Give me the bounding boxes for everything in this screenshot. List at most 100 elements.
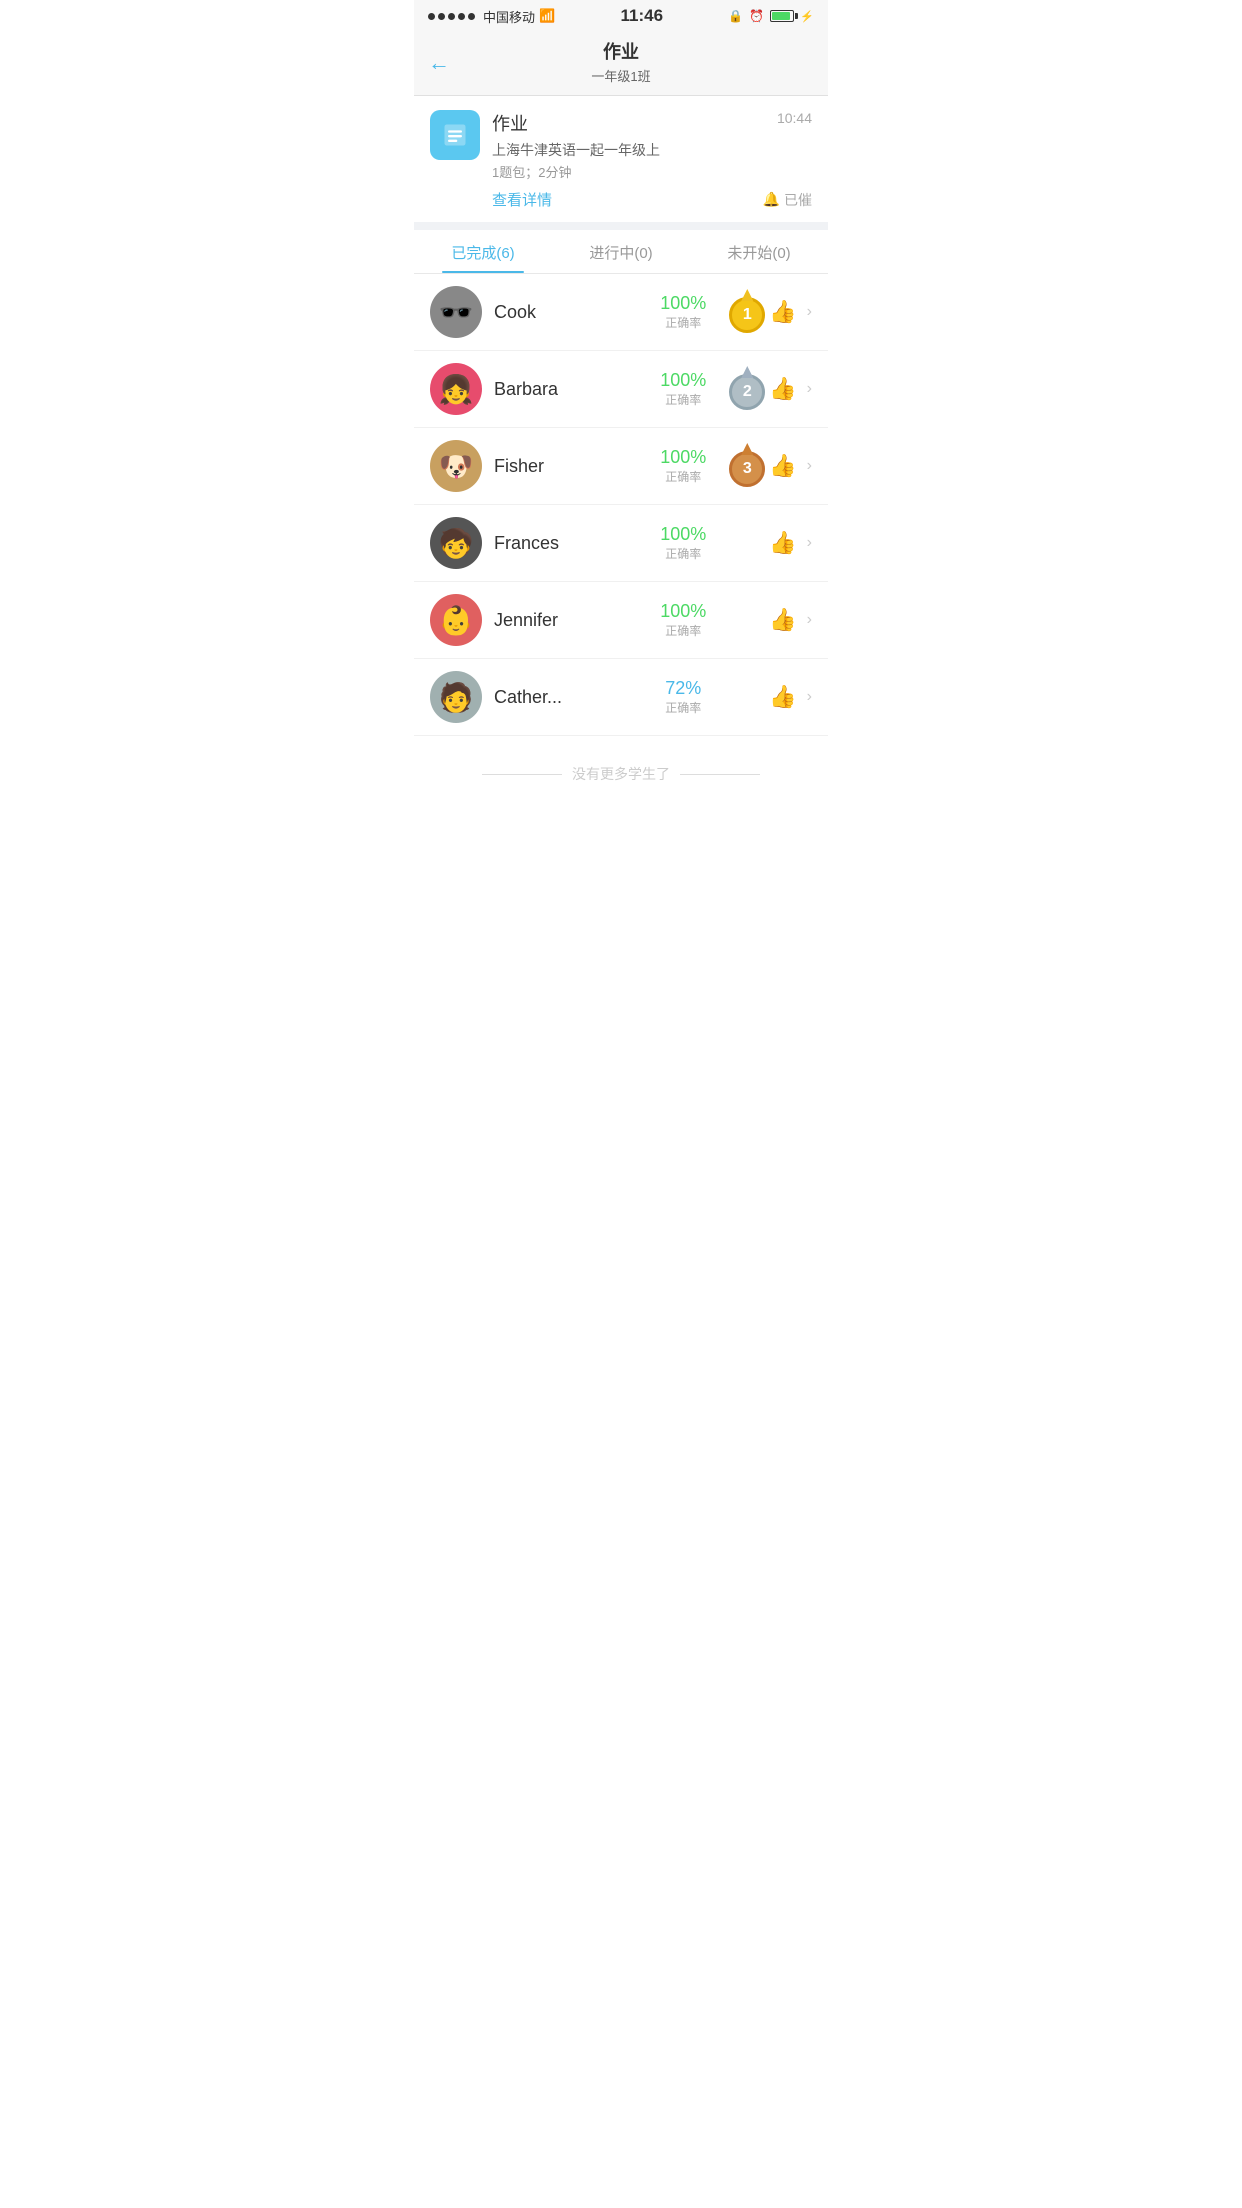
student-name-cook: Cook xyxy=(494,302,657,323)
signal-dots xyxy=(428,13,475,20)
score-label-jennifer: 正确率 xyxy=(665,622,701,639)
student-row-barbara[interactable]: 👧 Barbara 100% 正确率 2 👍 › xyxy=(414,351,828,428)
score-percent-cather: 72% xyxy=(665,678,701,699)
chevron-jennifer: › xyxy=(807,611,812,629)
status-time: 11:46 xyxy=(621,6,664,26)
nav-header: ← 作业 一年级1班 xyxy=(414,30,828,96)
avatar-cather: 🧑 xyxy=(430,671,482,723)
row-actions-cather: 👍 › xyxy=(769,684,812,710)
student-name-fisher: Fisher xyxy=(494,456,657,477)
medal-silver-icon: 2 xyxy=(728,366,766,412)
student-name-jennifer: Jennifer xyxy=(494,610,657,631)
medal-bronze-icon: 3 xyxy=(728,443,766,489)
page-subtitle: 一年级1班 xyxy=(414,66,828,85)
score-percent-frances: 100% xyxy=(660,524,706,545)
medal-barbara: 2 xyxy=(725,366,769,412)
doc-icon xyxy=(441,121,469,149)
assignment-meta: 1题包；2分钟 xyxy=(492,162,812,181)
score-percent-fisher: 100% xyxy=(660,447,706,468)
thumbs-up-cather[interactable]: 👍 xyxy=(769,684,796,710)
bell-icon: 🔔 xyxy=(763,191,780,208)
end-text: 没有更多学生了 xyxy=(572,764,670,784)
chevron-frances: › xyxy=(807,534,812,552)
student-list: 🕶️ Cook 100% 正确率 1 👍 › 👧 Barbara 100% 正确… xyxy=(414,274,828,736)
student-row-cook[interactable]: 🕶️ Cook 100% 正确率 1 👍 › xyxy=(414,274,828,351)
medal-cook: 1 xyxy=(725,289,769,335)
tabs-container: 已完成(6) 进行中(0) 未开始(0) xyxy=(414,230,828,274)
tab-completed[interactable]: 已完成(6) xyxy=(414,230,552,273)
student-row-frances[interactable]: 🧒 Frances 100% 正确率 👍 › xyxy=(414,505,828,582)
score-label-frances: 正确率 xyxy=(665,545,701,562)
student-score-jennifer: 100% 正确率 xyxy=(657,601,709,639)
tab-in-progress-label: 进行中(0) xyxy=(589,245,652,262)
row-actions-jennifer: 👍 › xyxy=(769,607,812,633)
student-score-cather: 72% 正确率 xyxy=(657,678,709,716)
student-row-fisher[interactable]: 🐶 Fisher 100% 正确率 3 👍 › xyxy=(414,428,828,505)
back-button[interactable]: ← xyxy=(428,50,450,76)
battery-icon xyxy=(770,10,794,22)
avatar-fisher: 🐶 xyxy=(430,440,482,492)
score-percent-barbara: 100% xyxy=(660,370,706,391)
lightning-icon: ⚡ xyxy=(800,10,814,23)
page-title: 作业 xyxy=(414,38,828,64)
tab-in-progress[interactable]: 进行中(0) xyxy=(552,230,690,273)
thumbs-up-frances[interactable]: 👍 xyxy=(769,530,796,556)
avatar-barbara: 👧 xyxy=(430,363,482,415)
avatar-jennifer: 👶 xyxy=(430,594,482,646)
medal-fisher: 3 xyxy=(725,443,769,489)
status-right: 🔒 ⏰ ⚡ xyxy=(728,9,814,23)
end-line-right xyxy=(680,774,760,775)
score-percent-cook: 100% xyxy=(660,293,706,314)
tab-not-started[interactable]: 未开始(0) xyxy=(690,230,828,273)
remind-done-label: 已催 xyxy=(784,190,812,210)
student-row-jennifer[interactable]: 👶 Jennifer 100% 正确率 👍 › xyxy=(414,582,828,659)
row-actions-cook: 👍 › xyxy=(769,299,812,325)
student-name-barbara: Barbara xyxy=(494,379,657,400)
assignment-icon xyxy=(430,110,480,160)
lock-icon: 🔒 xyxy=(728,9,743,23)
medal-gold-icon: 1 xyxy=(728,289,766,335)
row-actions-barbara: 👍 › xyxy=(769,376,812,402)
score-label-barbara: 正确率 xyxy=(665,391,701,408)
tab-completed-label: 已完成(6) xyxy=(451,245,514,262)
row-actions-frances: 👍 › xyxy=(769,530,812,556)
assignment-title-row: 作业 10:44 xyxy=(492,110,812,136)
score-label-cather: 正确率 xyxy=(665,699,701,716)
end-of-list: 没有更多学生了 xyxy=(414,736,828,804)
assignment-card: 作业 10:44 上海牛津英语一起一年级上 1题包；2分钟 查看详情 🔔 已催 xyxy=(414,96,828,230)
student-score-frances: 100% 正确率 xyxy=(657,524,709,562)
row-actions-fisher: 👍 › xyxy=(769,453,812,479)
view-details-link[interactable]: 查看详情 xyxy=(492,189,552,210)
chevron-cook: › xyxy=(807,303,812,321)
remind-area: 🔔 已催 xyxy=(763,190,812,210)
assignment-time: 10:44 xyxy=(777,110,812,126)
avatar-frances: 🧒 xyxy=(430,517,482,569)
student-row-cather[interactable]: 🧑 Cather... 72% 正确率 👍 › xyxy=(414,659,828,736)
student-score-fisher: 100% 正确率 xyxy=(657,447,709,485)
student-name-frances: Frances xyxy=(494,533,657,554)
score-percent-jennifer: 100% xyxy=(660,601,706,622)
status-left: 中国移动 📶 xyxy=(428,7,555,26)
assignment-actions: 查看详情 🔔 已催 xyxy=(492,189,812,210)
student-name-cather: Cather... xyxy=(494,687,657,708)
thumbs-up-barbara[interactable]: 👍 xyxy=(769,376,796,402)
alarm-icon: ⏰ xyxy=(749,9,764,23)
chevron-cather: › xyxy=(807,688,812,706)
thumbs-up-cook[interactable]: 👍 xyxy=(769,299,796,325)
status-bar: 中国移动 📶 11:46 🔒 ⏰ ⚡ xyxy=(414,0,828,30)
chevron-fisher: › xyxy=(807,457,812,475)
assignment-title: 作业 xyxy=(492,110,528,136)
chevron-barbara: › xyxy=(807,380,812,398)
end-line-left xyxy=(482,774,562,775)
score-label-cook: 正确率 xyxy=(665,314,701,331)
thumbs-up-fisher[interactable]: 👍 xyxy=(769,453,796,479)
assignment-desc: 上海牛津英语一起一年级上 xyxy=(492,140,812,160)
avatar-cook: 🕶️ xyxy=(430,286,482,338)
wifi-icon: 📶 xyxy=(539,8,555,24)
carrier-name: 中国移动 xyxy=(483,7,535,26)
assignment-info: 作业 10:44 上海牛津英语一起一年级上 1题包；2分钟 查看详情 🔔 已催 xyxy=(492,110,812,210)
thumbs-up-jennifer[interactable]: 👍 xyxy=(769,607,796,633)
score-label-fisher: 正确率 xyxy=(665,468,701,485)
student-score-cook: 100% 正确率 xyxy=(657,293,709,331)
tab-not-started-label: 未开始(0) xyxy=(727,245,790,262)
